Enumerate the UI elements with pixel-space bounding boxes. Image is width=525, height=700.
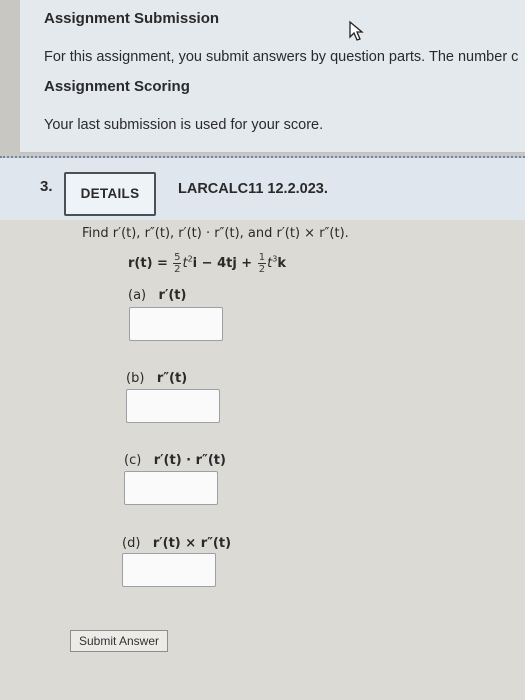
assignment-submission-text: For this assignment, you submit answers … bbox=[44, 49, 519, 65]
part-a-label: (a) r′(t) bbox=[128, 288, 186, 303]
fraction-numerator: 5 bbox=[173, 252, 182, 264]
part-expression: r′(t) · r″(t) bbox=[153, 453, 226, 468]
answer-input-c[interactable] bbox=[124, 471, 218, 505]
part-expression: r″(t) bbox=[156, 371, 188, 386]
mouse-cursor-icon bbox=[349, 20, 364, 41]
part-d-label: (d) r′(t) × r″(t) bbox=[122, 536, 231, 551]
unit-vector-k: k bbox=[277, 256, 286, 271]
assignment-scoring-text: Your last submission is used for your sc… bbox=[44, 117, 324, 133]
question-number: 3. bbox=[40, 178, 53, 195]
assignment-scoring-heading: Assignment Scoring bbox=[44, 78, 190, 95]
part-letter: (a) bbox=[128, 288, 147, 303]
part-letter: (b) bbox=[126, 371, 145, 386]
assignment-submission-heading: Assignment Submission bbox=[44, 10, 220, 27]
answer-input-b[interactable] bbox=[126, 389, 220, 423]
question-body: Find r′(t), r″(t), r′(t) · r″(t), and r′… bbox=[0, 220, 525, 700]
submit-answer-button[interactable]: Submit Answer bbox=[70, 630, 168, 652]
part-expression: r′(t) bbox=[158, 288, 187, 303]
equation-middle-term: − 4tj + bbox=[197, 256, 257, 271]
assignment-info-panel: Assignment Submission For this assignmen… bbox=[20, 0, 525, 153]
fraction-numerator: 1 bbox=[257, 252, 267, 264]
fraction-one-half: 1 2 bbox=[257, 252, 267, 275]
answer-input-d[interactable] bbox=[122, 553, 216, 587]
answer-input-a[interactable] bbox=[129, 307, 223, 341]
fraction-five-halves: 5 2 bbox=[173, 252, 182, 275]
equation-lhs: r(t) = bbox=[128, 256, 168, 271]
part-c-label: (c) r′(t) · r″(t) bbox=[124, 453, 226, 468]
part-letter: (d) bbox=[122, 536, 141, 551]
fraction-denominator: 2 bbox=[258, 264, 266, 275]
part-letter: (c) bbox=[124, 453, 142, 468]
question-reference: LARCALC11 12.2.023. bbox=[178, 181, 328, 197]
fraction-denominator: 2 bbox=[174, 264, 181, 275]
vector-function-equation: r(t) = 5 2 t2i − 4tj + 1 2 t3k bbox=[128, 252, 286, 275]
question-prompt: Find r′(t), r″(t), r′(t) · r″(t), and r′… bbox=[82, 226, 349, 241]
part-b-label: (b) r″(t) bbox=[126, 371, 187, 386]
question-header: 3. DETAILS LARCALC11 12.2.023. bbox=[0, 158, 525, 220]
details-button[interactable]: DETAILS bbox=[64, 172, 156, 216]
part-expression: r′(t) × r″(t) bbox=[152, 536, 232, 551]
